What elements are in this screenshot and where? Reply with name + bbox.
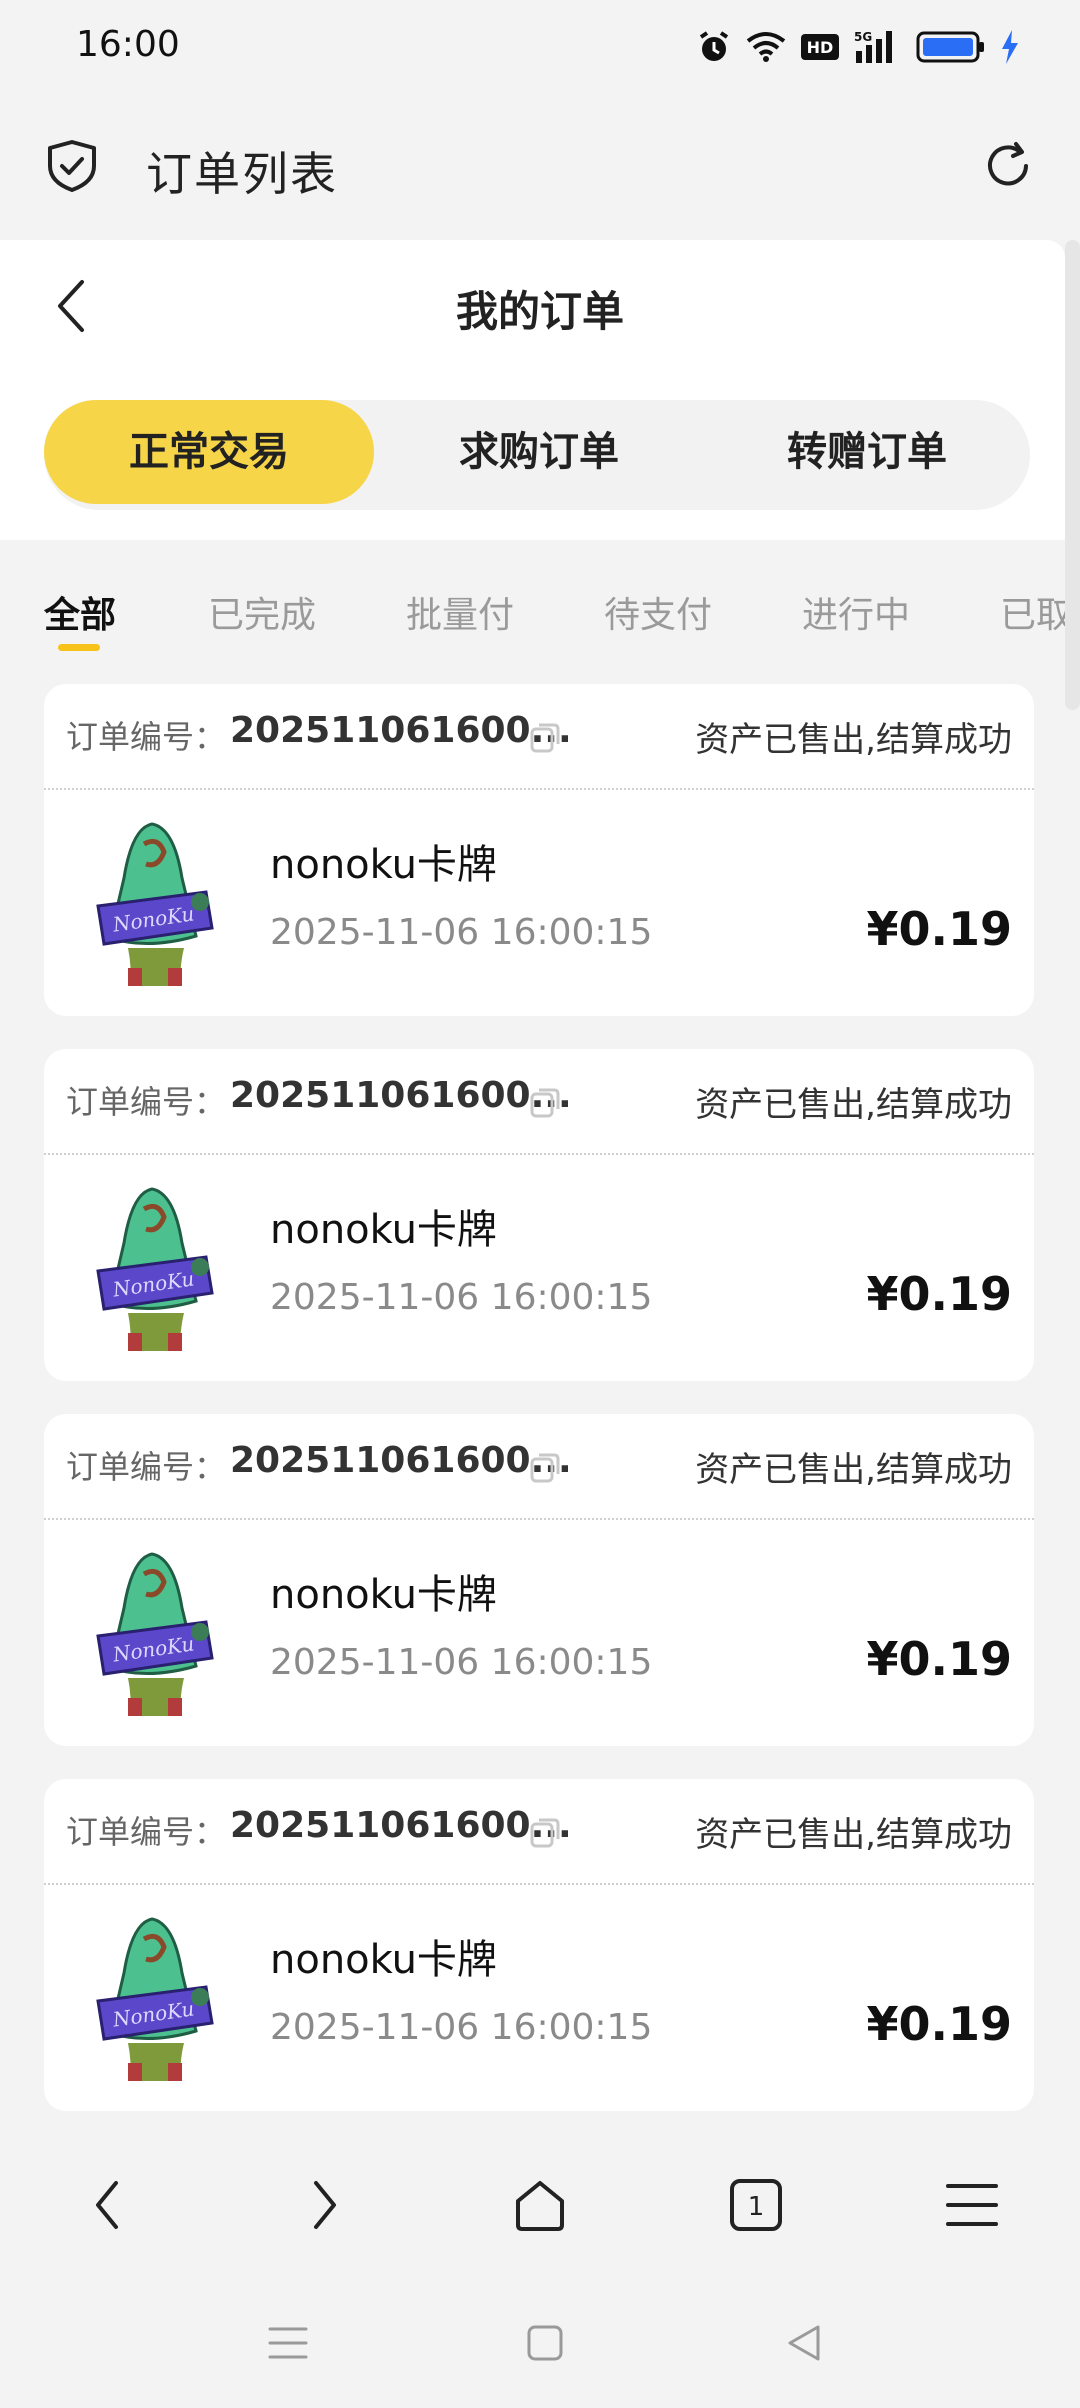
system-home-icon[interactable]	[515, 2318, 575, 2368]
order-number-label: 订单编号：	[66, 718, 227, 756]
filter-cancelled[interactable]: 已取消	[1000, 586, 1065, 638]
order-number: 202511061600...	[230, 1440, 572, 1481]
tab-purchase-orders[interactable]: 求购订单	[374, 400, 704, 504]
shield-check-icon[interactable]	[44, 138, 100, 198]
active-filter-indicator	[58, 644, 100, 651]
order-type-segmented-control: 正常交易 求购订单 转赠订单	[44, 400, 1030, 510]
copy-icon[interactable]	[528, 1450, 562, 1488]
svg-text:5G: 5G	[854, 30, 872, 44]
order-time: 2025-11-06 16:00:15	[270, 1642, 653, 1683]
order-status: 资产已售出,结算成功	[695, 1085, 1012, 1125]
status-time: 16:00	[76, 24, 180, 65]
copy-icon[interactable]	[528, 1815, 562, 1853]
tabs-button[interactable]: 1	[716, 2170, 796, 2240]
product-thumbnail: NonoKu	[88, 818, 218, 988]
system-back-icon[interactable]	[774, 2318, 834, 2368]
browser-back-icon[interactable]	[68, 2170, 148, 2240]
filter-batch-pay[interactable]: 批量付	[406, 586, 514, 638]
order-card[interactable]: 订单编号： 202511061600... 资产已售出,结算成功 NonoKu …	[44, 1414, 1034, 1746]
status-filter-tabs: 全部 已完成 批量付 待支付 进行中 已取消	[0, 560, 1065, 650]
order-number: 202511061600...	[230, 1075, 572, 1116]
order-status: 资产已售出,结算成功	[695, 1815, 1012, 1855]
system-recents-icon[interactable]	[258, 2318, 318, 2368]
order-card[interactable]: 订单编号： 202511061600... 资产已售出,结算成功 NonoKu …	[44, 1779, 1034, 2111]
battery-icon	[916, 31, 984, 63]
copy-icon[interactable]	[528, 720, 562, 758]
order-card-header: 订单编号： 202511061600... 资产已售出,结算成功	[44, 684, 1034, 790]
home-icon[interactable]	[500, 2170, 580, 2240]
order-price: ¥0.19	[866, 1632, 1012, 1686]
product-name: nonoku卡牌	[270, 1207, 497, 1253]
order-status: 资产已售出,结算成功	[695, 720, 1012, 760]
order-price: ¥0.19	[866, 1267, 1012, 1321]
product-thumbnail: NonoKu	[88, 1548, 218, 1718]
order-price: ¥0.19	[866, 902, 1012, 956]
page-title: 我的订单	[455, 287, 624, 336]
status-icons: HD 5G	[696, 22, 1020, 72]
order-time: 2025-11-06 16:00:15	[270, 2007, 653, 2048]
product-name: nonoku卡牌	[270, 842, 497, 888]
5g-signal-icon: 5G	[854, 30, 892, 63]
filter-pending-payment[interactable]: 待支付	[604, 586, 712, 638]
order-card[interactable]: 订单编号： 202511061600... 资产已售出,结算成功 NonoKu …	[44, 1049, 1034, 1381]
product-thumbnail: NonoKu	[88, 1913, 218, 2083]
menu-icon[interactable]	[932, 2170, 1012, 2240]
charging-icon	[1002, 30, 1018, 64]
order-price: ¥0.19	[866, 1997, 1012, 2051]
order-number: 202511061600...	[230, 1805, 572, 1846]
browser-forward-icon[interactable]	[284, 2170, 364, 2240]
order-card-header: 订单编号： 202511061600... 资产已售出,结算成功	[44, 1779, 1034, 1885]
order-card-header: 订单编号： 202511061600... 资产已售出,结算成功	[44, 1049, 1034, 1155]
order-card-header: 订单编号： 202511061600... 资产已售出,结算成功	[44, 1414, 1034, 1520]
order-time: 2025-11-06 16:00:15	[270, 912, 653, 953]
order-number-label: 订单编号：	[66, 1448, 227, 1486]
filter-all[interactable]: 全部	[44, 586, 116, 638]
order-card[interactable]: 订单编号： 202511061600... 资产已售出,结算成功 NonoKu …	[44, 684, 1034, 1016]
svg-text:1: 1	[748, 2192, 765, 2222]
refresh-icon[interactable]	[980, 138, 1036, 198]
filter-completed[interactable]: 已完成	[208, 586, 316, 638]
alarm-icon	[699, 31, 729, 61]
filter-in-progress[interactable]: 进行中	[802, 586, 910, 638]
hd-icon: HD	[801, 34, 839, 60]
tab-gift-orders[interactable]: 转赠订单	[704, 400, 1030, 504]
order-number: 202511061600...	[230, 710, 572, 751]
copy-icon[interactable]	[528, 1085, 562, 1123]
order-time: 2025-11-06 16:00:15	[270, 1277, 653, 1318]
order-status: 资产已售出,结算成功	[695, 1450, 1012, 1490]
wifi-icon	[746, 32, 786, 62]
svg-text:HD: HD	[807, 38, 834, 57]
order-number-label: 订单编号：	[66, 1813, 227, 1851]
product-name: nonoku卡牌	[270, 1572, 497, 1618]
order-number-label: 订单编号：	[66, 1083, 227, 1121]
product-name: nonoku卡牌	[270, 1937, 497, 1983]
tab-normal-trade[interactable]: 正常交易	[44, 400, 374, 504]
product-thumbnail: NonoKu	[88, 1183, 218, 1353]
browser-page-title: 订单列表	[146, 147, 338, 201]
